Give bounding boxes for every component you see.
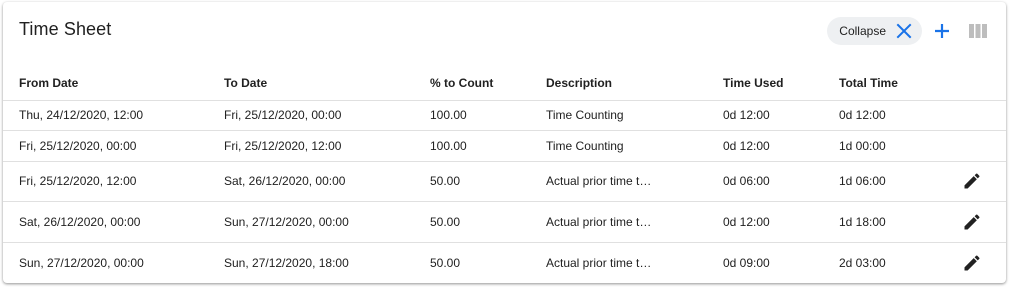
cell-percent-to-count: 100.00 (430, 108, 467, 122)
cell-percent-to-count: 50.00 (430, 174, 461, 188)
table-row[interactable]: Sat, 26/12/2020, 00:00 Sun, 27/12/2020, 0… (3, 201, 1006, 243)
collapse-chip[interactable]: Collapse (827, 17, 922, 45)
pencil-icon (962, 212, 982, 232)
header-to-date[interactable]: To Date (224, 66, 267, 100)
cell-to-date: Fri, 25/12/2020, 00:00 (224, 108, 342, 122)
columns-button[interactable] (964, 17, 992, 45)
cell-percent-to-count: 50.00 (430, 255, 461, 270)
cell-from-date: Sat, 26/12/2020, 00:00 (19, 214, 141, 229)
header-from-date[interactable]: From Date (19, 66, 78, 100)
cell-description: Time Counting (546, 138, 624, 153)
edit-button[interactable] (958, 201, 986, 242)
header-description[interactable]: Description (546, 66, 664, 100)
table-row[interactable]: Sun, 27/12/2020, 00:00 Sun, 27/12/2020, 1… (3, 242, 1006, 283)
collapse-label: Collapse (839, 24, 886, 38)
cell-to-date: Sun, 27/12/2020, 00:00 (224, 214, 349, 229)
cell-total-time: 2d 03:00 (839, 255, 886, 270)
page-title: Time Sheet (19, 19, 112, 39)
cell-time-used: 0d 09:00 (723, 255, 770, 270)
cell-total-time: 1d 00:00 (839, 138, 886, 153)
edit-button[interactable] (958, 242, 986, 283)
cell-total-time: 1d 18:00 (839, 214, 886, 229)
cell-description: Time Counting (546, 108, 624, 122)
view-columns-icon (969, 23, 987, 39)
cell-from-date: Sun, 27/12/2020, 00:00 (19, 255, 144, 270)
cell-percent-to-count: 100.00 (430, 138, 467, 153)
add-button[interactable] (928, 17, 956, 45)
pencil-icon (962, 253, 982, 273)
header-time-used[interactable]: Time Used (723, 66, 783, 100)
cell-total-time: 0d 12:00 (839, 108, 886, 122)
cell-from-date: Thu, 24/12/2020, 12:00 (19, 108, 144, 122)
cell-from-date: Fri, 25/12/2020, 00:00 (19, 138, 137, 153)
cell-to-date: Fri, 25/12/2020, 12:00 (224, 138, 342, 153)
cell-description: Actual prior time t… (546, 174, 652, 188)
cell-time-used: 0d 12:00 (723, 214, 770, 229)
cell-to-date: Sun, 27/12/2020, 18:00 (224, 255, 349, 270)
cell-to-date: Sat, 26/12/2020, 00:00 (224, 174, 346, 188)
toolbar: Collapse (827, 14, 1006, 48)
cell-time-used: 0d 06:00 (723, 174, 770, 188)
close-icon[interactable] (890, 17, 918, 45)
pencil-icon (962, 171, 982, 191)
cell-from-date: Fri, 25/12/2020, 12:00 (19, 174, 137, 188)
table-row[interactable]: Thu, 24/12/2020, 12:00 Fri, 25/12/2020, 0… (3, 100, 1006, 131)
cell-time-used: 0d 12:00 (723, 108, 770, 122)
cell-percent-to-count: 50.00 (430, 214, 461, 229)
edit-button[interactable] (958, 161, 986, 201)
cell-description: Actual prior time t… (546, 214, 652, 229)
table-row[interactable]: Fri, 25/12/2020, 12:00 Sat, 26/12/2020, 0… (3, 161, 1006, 202)
header-percent-to-count[interactable]: % to Count (430, 66, 493, 100)
cell-time-used: 0d 12:00 (723, 138, 770, 153)
plus-icon (933, 22, 951, 40)
table-row[interactable]: Fri, 25/12/2020, 00:00 Fri, 25/12/2020, 1… (3, 130, 1006, 162)
cell-description: Actual prior time t… (546, 255, 652, 270)
time-sheet-card: Time Sheet Collapse From Date To Date % … (3, 2, 1006, 283)
header-total-time[interactable]: Total Time (839, 66, 898, 100)
table-header: From Date To Date % to Count Description… (3, 66, 1006, 101)
cell-total-time: 1d 06:00 (839, 174, 886, 188)
